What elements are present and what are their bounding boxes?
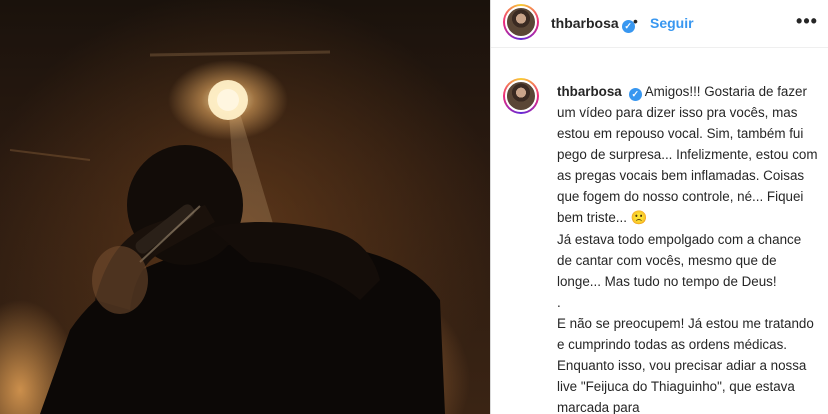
post-caption: thbarbosa ✓ Amigos!!! Gostaria de fazer u… [491, 0, 828, 414]
caption-line-1: Amigos!!! Gostaria de fazer um vídeo par… [557, 84, 818, 225]
caption-username[interactable]: thbarbosa [557, 84, 622, 99]
caption-line-3: . [557, 295, 561, 310]
sad-face-emoji-icon: 🙁 [630, 211, 648, 226]
photo-silhouette [9, 50, 445, 414]
post-side-panel: thbarbosa ✓ • Seguir ••• thbarbosa ✓ Amigo… [491, 0, 828, 414]
caption-avatar-image [505, 80, 537, 112]
caption-avatar[interactable] [503, 78, 539, 114]
caption-verified-check-icon: ✓ [628, 88, 642, 101]
caption-paragraph-1: thbarbosa ✓ Amigos!!! Gostaria de fazer u… [557, 81, 819, 229]
caption-line-2: Já estava todo empolgado com a chance de… [557, 232, 802, 289]
caption-line-4: E não se preocupem! Já estou me tratando… [557, 316, 814, 414]
caption-text: thbarbosa ✓ Amigos!!! Gostaria de fazer u… [557, 81, 819, 414]
post-photo[interactable] [0, 0, 490, 414]
